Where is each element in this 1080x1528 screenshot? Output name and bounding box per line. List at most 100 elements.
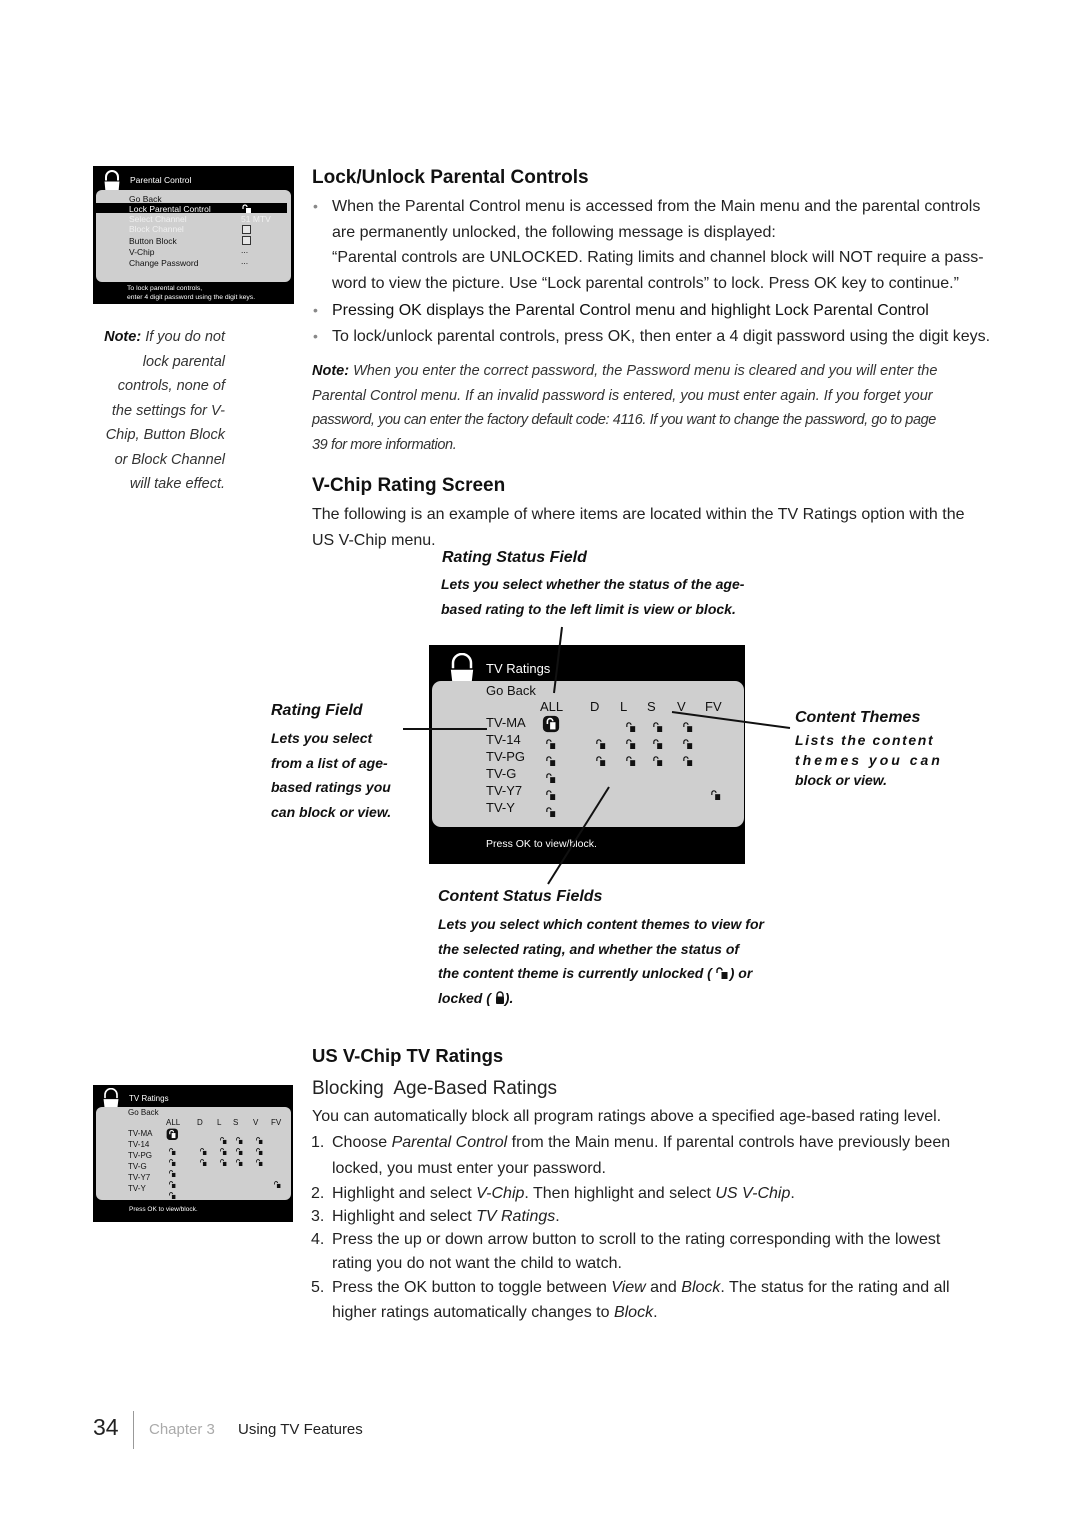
panel-footer: Press OK to view/block. (486, 838, 597, 850)
rating-tv-y[interactable]: TV-Y (486, 800, 515, 815)
unlocked-icon[interactable] (256, 1153, 263, 1171)
step-text: higher ratings automatically changes to (332, 1303, 614, 1321)
callout-line: the selected rating, and whether the sta… (438, 940, 740, 957)
menu-item-select-channel[interactable]: Select Channel (129, 214, 187, 224)
selected-unlocked-icon[interactable] (542, 715, 560, 738)
rating-tv-pg[interactable]: TV-PG (128, 1151, 152, 1160)
column-header-fv: FV (705, 699, 722, 714)
unlocked-icon[interactable] (546, 804, 556, 822)
tv-ratings-thumbnail: TV Ratings Go Back ALL D L S V FV TV-MA TV-14 TV… (93, 1085, 293, 1222)
rating-tv-ma[interactable]: TV-MA (486, 715, 526, 730)
step-text: Highlight and select (332, 1185, 477, 1202)
rating-tv-ma[interactable]: TV-MA (128, 1129, 152, 1138)
rating-tv-g[interactable]: TV-G (128, 1162, 147, 1171)
step-text: rating you do not want the child to watc… (332, 1255, 622, 1272)
go-back-item[interactable]: Go Back (486, 683, 536, 698)
rating-tv-y7[interactable]: TV-Y7 (128, 1173, 150, 1182)
unlocked-icon[interactable] (683, 753, 693, 771)
ratings-grid: Go Back ALL D L S V FV TV-MA TV-14 TV-PG TV-G TV-Y… (432, 681, 744, 827)
unlocked-icon[interactable] (220, 1153, 227, 1171)
unlocked-icon[interactable] (546, 753, 556, 771)
step-emphasis: V-Chip (476, 1185, 525, 1202)
callout-rating-status-body: Lets you select whether the status of th… (441, 572, 801, 621)
step-text: Press the OK button to toggle between (332, 1279, 612, 1296)
callout-line: Lets you select (271, 730, 373, 746)
menu-item-block-channel[interactable]: Block Channel (129, 224, 184, 234)
callout-line: based ratings you (271, 779, 391, 795)
panel-footer-line2: enter 4 digit password using the digit k… (127, 294, 256, 301)
unlocked-icon[interactable] (626, 753, 636, 771)
unlocked-icon[interactable] (596, 736, 606, 754)
side-note-label: Note: (104, 329, 142, 345)
step-emphasis: Block (613, 1303, 654, 1321)
step-number: 3. (311, 1208, 325, 1225)
unlocked-icon[interactable] (200, 1153, 207, 1171)
callout-text: ). (504, 989, 514, 1006)
menu-item-lock-parental-control[interactable]: Lock Parental Control (129, 204, 211, 214)
unlocked-icon[interactable] (626, 719, 636, 737)
callout-text: the content theme is currently unlocked … (438, 965, 712, 981)
rating-tv-g[interactable]: TV-G (486, 766, 516, 781)
callout-line: Lets you select whether the status of th… (441, 576, 745, 592)
menu-item-v-chip[interactable]: V-Chip (129, 247, 155, 257)
unlocked-icon[interactable] (169, 1186, 176, 1204)
callout-line: can block or view. (271, 803, 392, 820)
callout-line: locked ( ). (438, 986, 838, 1011)
step-text: from the Main menu. If parental controls… (507, 1134, 951, 1151)
step-number: 2. (311, 1185, 325, 1202)
note-line4: 39 for more information. (312, 436, 457, 453)
panel-title: Parental Control (130, 175, 192, 185)
rating-tv-14[interactable]: TV-14 (128, 1140, 149, 1149)
subheading-blocking: Blocking Age-Based Ratings (312, 1078, 558, 1099)
unlocked-icon[interactable] (711, 787, 721, 805)
unlocked-icon[interactable] (683, 719, 693, 737)
unlocked-icon[interactable] (274, 1175, 281, 1193)
menu-item-change-password[interactable]: Change Password (129, 258, 198, 268)
rating-tv-y7[interactable]: TV-Y7 (486, 783, 522, 798)
heading-lock-unlock: Lock/Unlock Parental Controls (312, 167, 589, 188)
unlocked-icon[interactable] (546, 770, 556, 788)
unlocked-icon[interactable] (683, 736, 693, 754)
unlocked-icon (716, 967, 728, 979)
chapter-title: Using TV Features (238, 1421, 363, 1438)
callout-line: Lists the content (795, 732, 935, 748)
panel-title: TV Ratings (129, 1094, 169, 1103)
unlocked-icon[interactable] (546, 736, 556, 754)
callout-line: from a list of age- (271, 754, 388, 771)
menu-item-button-block[interactable]: Button Block (129, 236, 177, 246)
rating-tv-14[interactable]: TV-14 (486, 732, 521, 747)
block-channel-checkbox[interactable] (242, 225, 251, 234)
bullet-1-line2: are permanently unlocked, the following … (332, 223, 776, 241)
callout-line: block or view. (795, 772, 888, 788)
unlocked-icon[interactable] (653, 719, 663, 737)
column-header-s: S (233, 1118, 239, 1127)
unlocked-icon[interactable] (653, 753, 663, 771)
column-header-v: V (677, 699, 686, 714)
callout-content-status-body: Lets you select which content themes to … (438, 912, 838, 1010)
rating-tv-pg[interactable]: TV-PG (486, 749, 525, 764)
unlocked-icon[interactable] (546, 787, 556, 805)
unlocked-icon[interactable] (596, 753, 606, 771)
step-text: Press the up or down arrow button to scr… (332, 1231, 941, 1248)
panel-footer: Press OK to view/block. (129, 1206, 198, 1213)
channel-value: 51 MTV (241, 214, 271, 224)
chapter-label: Chapter 3 (149, 1421, 215, 1438)
callout-rating-status-title: Rating Status Field (442, 549, 587, 566)
callout-content-status-title: Content Status Fields (438, 888, 603, 905)
side-note: Note: If you do not lock parental contro… (95, 325, 225, 497)
bullet-dot: • (313, 328, 318, 344)
unlocked-icon[interactable] (626, 736, 636, 754)
footer-divider (133, 1411, 134, 1449)
menu-body: Go Back Lock Parental Control Select Cha… (96, 190, 291, 282)
rating-tv-y[interactable]: TV-Y (128, 1184, 146, 1193)
unlocked-icon[interactable] (236, 1153, 243, 1171)
tv-ratings-screenshot: TV Ratings Go Back ALL D L S V FV TV-MA TV-14 TV… (429, 645, 745, 864)
unlocked-icon[interactable] (653, 736, 663, 754)
step-3: 3. Highlight and select TV Ratings. (311, 1204, 1012, 1230)
bullet-1-line1: When the Parental Control menu is access… (332, 198, 981, 215)
callout-line: Lets you select which content themes to … (438, 916, 764, 932)
column-header-all: ALL (540, 699, 564, 714)
button-block-checkbox[interactable] (242, 236, 251, 245)
column-header-l: L (217, 1118, 222, 1127)
go-back-item[interactable]: Go Back (128, 1108, 159, 1117)
